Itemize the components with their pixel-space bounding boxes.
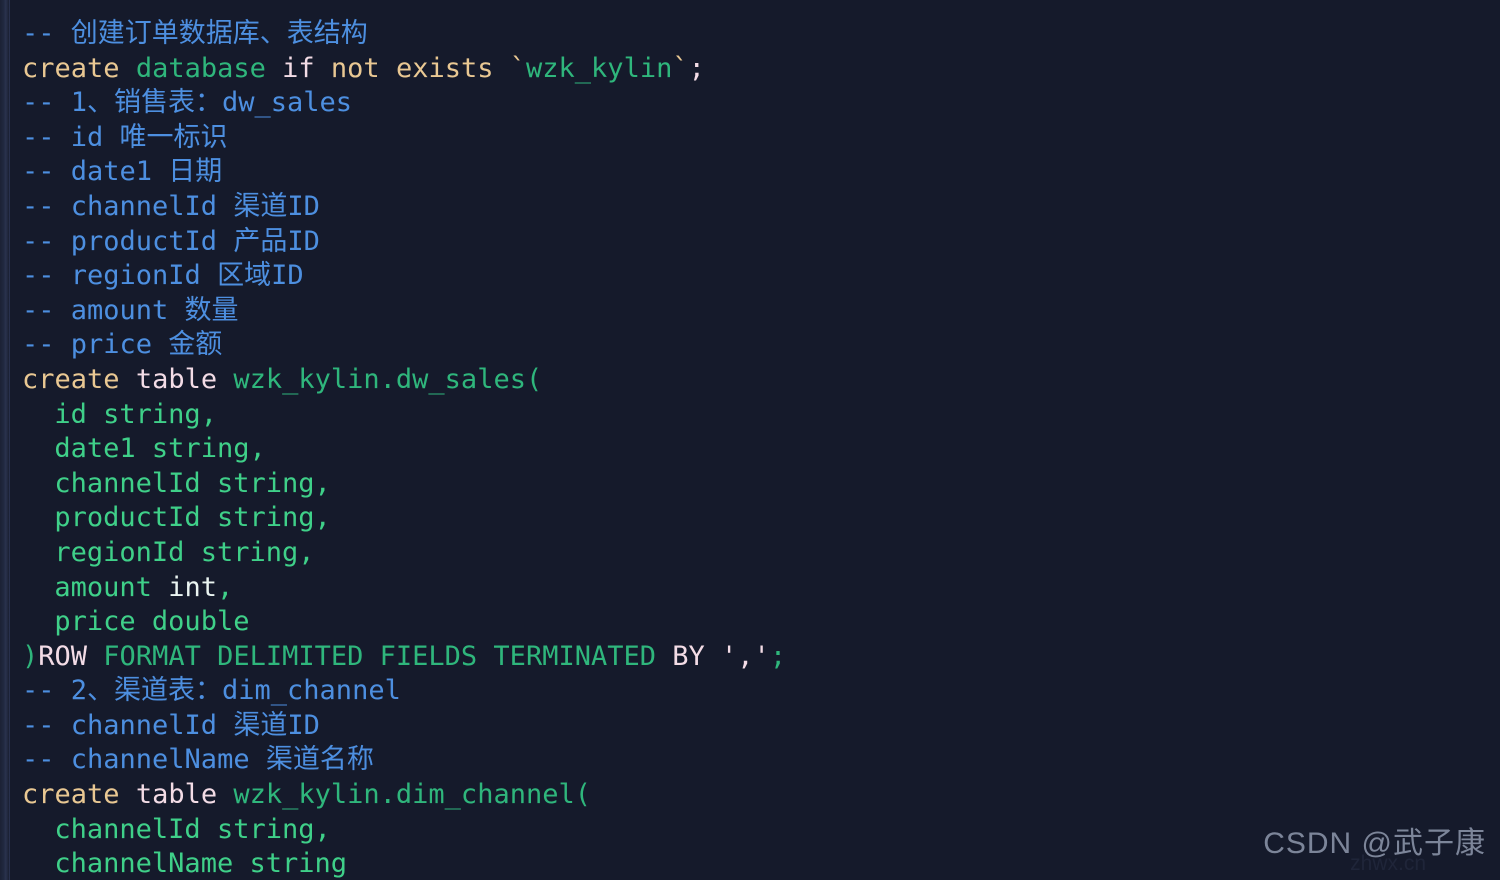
- code-line[interactable]: id string,: [0, 398, 1500, 433]
- code-line[interactable]: -- 2、渠道表：dim_channel: [0, 674, 1500, 709]
- code-content[interactable]: -- 创建订单数据库、表结构 create database if not exi…: [0, 0, 1500, 880]
- code-token: amount: [54, 571, 169, 603]
- code-line[interactable]: )ROW FORMAT DELIMITED FIELDS TERMINATED …: [0, 640, 1500, 675]
- code-token: ROW: [38, 640, 88, 672]
- code-token: wzk_kylin.dim_channel(: [233, 779, 591, 811]
- code-token: -- channelName 渠道名称: [22, 744, 374, 776]
- code-editor: -- 创建订单数据库、表结构 create database if not exi…: [0, 0, 1500, 880]
- code-token: -- 2、渠道表：dim_channel: [22, 675, 401, 707]
- code-token: productId string,: [54, 502, 331, 534]
- code-token: regionId string,: [54, 536, 315, 568]
- code-token: ;: [688, 52, 705, 84]
- code-token: `: [672, 52, 689, 84]
- code-line[interactable]: -- price 金额: [0, 328, 1500, 363]
- code-line[interactable]: -- channelName 渠道名称: [0, 743, 1500, 778]
- code-line[interactable]: -- amount 数量: [0, 294, 1500, 329]
- code-line[interactable]: create table wzk_kylin.dw_sales(: [0, 363, 1500, 398]
- code-token: price double: [54, 606, 250, 638]
- code-token: ,: [216, 571, 234, 603]
- code-line[interactable]: date1 string,: [0, 432, 1500, 467]
- code-token: int: [168, 571, 217, 603]
- code-line[interactable]: -- channelId 渠道ID: [0, 709, 1500, 744]
- code-line[interactable]: -- productId 产品ID: [0, 225, 1500, 260]
- code-token: create: [22, 52, 120, 84]
- code-line[interactable]: productId string,: [0, 501, 1500, 536]
- code-token: wzk_kylin: [526, 52, 673, 84]
- code-token: wzk_kylin.dw_sales(: [233, 363, 543, 395]
- code-token: BY: [672, 640, 705, 672]
- code-token: -- date1 日期: [22, 156, 223, 188]
- code-token: ): [22, 640, 39, 672]
- code-line[interactable]: -- channelId 渠道ID: [0, 190, 1500, 225]
- code-token: date1 string,: [54, 433, 266, 465]
- code-line[interactable]: -- 创建订单数据库、表结构: [0, 17, 1500, 52]
- code-line[interactable]: create table wzk_kylin.dim_channel(: [0, 778, 1500, 813]
- code-token: id string,: [54, 398, 217, 430]
- code-line[interactable]: -- regionId 区域ID: [0, 259, 1500, 294]
- code-token: -- 1、销售表：dw_sales: [22, 87, 353, 119]
- code-token: -- regionId 区域ID: [22, 260, 304, 292]
- code-token: -- 创建订单数据库、表结构: [22, 18, 368, 49]
- code-token: -- channelId 渠道ID: [22, 190, 320, 222]
- code-line[interactable]: create database if not exists `wzk_kylin…: [0, 52, 1500, 87]
- code-token: channelId string,: [54, 813, 331, 845]
- code-line[interactable]: price double: [0, 605, 1500, 640]
- code-token: table: [135, 363, 218, 395]
- code-token: -- channelId 渠道ID: [22, 709, 320, 741]
- code-token: -- price 金额: [22, 329, 223, 361]
- code-line[interactable]: -- 1、销售表：dw_sales: [0, 86, 1500, 121]
- code-token: create: [22, 363, 120, 395]
- code-token: -- amount 数量: [22, 294, 239, 326]
- code-token: -- productId 产品ID: [22, 225, 320, 257]
- code-line[interactable]: channelId string,: [0, 813, 1500, 848]
- code-line[interactable]: channelName string: [0, 847, 1500, 880]
- code-line[interactable]: -- date1 日期: [0, 155, 1500, 190]
- code-token: exists: [395, 52, 494, 84]
- code-token: ',': [721, 640, 770, 672]
- code-line[interactable]: -- id 唯一标识: [0, 121, 1500, 156]
- code-token: `: [509, 52, 527, 84]
- code-token: ;: [769, 640, 787, 672]
- code-token: database: [135, 52, 266, 84]
- watermark-zhwx-text: zhwx.cn: [1350, 852, 1426, 875]
- code-token: table: [135, 779, 218, 811]
- code-token: channelName string: [54, 848, 347, 880]
- code-token: -- id 唯一标识: [22, 121, 228, 153]
- code-token: not: [330, 52, 380, 84]
- code-token: channelId string,: [54, 467, 331, 499]
- code-token: FORMAT DELIMITED FIELDS TERMINATED: [87, 640, 673, 672]
- code-line[interactable]: channelId string,: [0, 467, 1500, 502]
- code-line[interactable]: regionId string,: [0, 536, 1500, 571]
- code-line[interactable]: amount int,: [0, 571, 1500, 606]
- code-token: if: [282, 52, 315, 84]
- code-token: create: [22, 779, 120, 811]
